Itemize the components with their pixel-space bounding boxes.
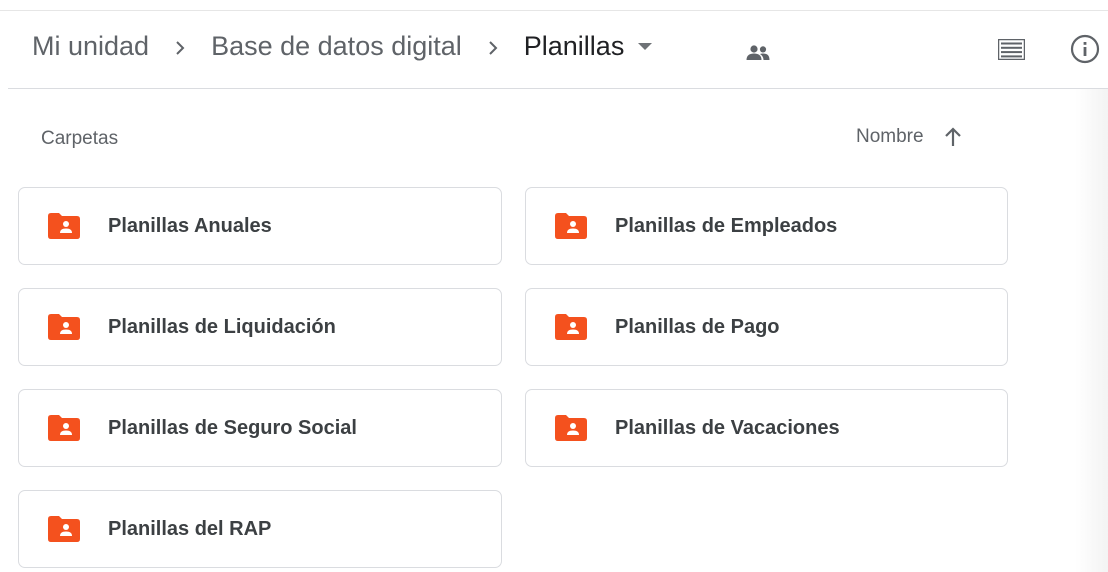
shared-folder-icon (555, 213, 587, 239)
folder-item[interactable]: Planillas de Pago (525, 288, 1008, 366)
folder-name: Planillas Anuales (108, 214, 272, 237)
folder-item[interactable]: Planillas Anuales (18, 187, 502, 265)
folder-item[interactable]: Planillas de Empleados (525, 187, 1008, 265)
list-view-icon[interactable] (997, 38, 1026, 65)
shared-folder-icon (48, 314, 80, 340)
chevron-right-icon (462, 31, 524, 62)
shared-folder-icon (48, 516, 80, 542)
folder-name: Planillas de Seguro Social (108, 416, 357, 439)
folder-name: Planillas de Vacaciones (615, 416, 840, 439)
folder-grid: Planillas Anuales Planillas de Empleados… (18, 187, 1008, 568)
breadcrumb: Mi unidad Base de datos digital Planilla… (32, 31, 653, 62)
sort-label: Nombre (856, 126, 924, 147)
folder-name: Planillas de Empleados (615, 214, 838, 237)
people-icon[interactable] (745, 44, 771, 67)
folder-item[interactable]: Planillas del RAP (18, 490, 502, 568)
breadcrumb-item-planillas[interactable]: Planillas (524, 31, 625, 62)
chevron-right-icon (149, 31, 211, 62)
folders-section-label: Carpetas (41, 128, 119, 149)
folder-name: Planillas del RAP (108, 517, 272, 540)
folder-name: Planillas de Liquidación (108, 315, 336, 338)
shared-folder-icon (555, 415, 587, 441)
sort-by-name-button[interactable]: Nombre (856, 126, 962, 148)
drive-header: Mi unidad Base de datos digital Planilla… (8, 11, 1108, 89)
arrow-up-icon[interactable] (944, 127, 962, 147)
folder-item[interactable]: Planillas de Seguro Social (18, 389, 502, 467)
scroll-edge-shadow (1075, 11, 1108, 572)
info-icon[interactable] (1070, 34, 1100, 69)
caret-down-icon[interactable] (638, 42, 653, 51)
breadcrumb-item-mi-unidad[interactable]: Mi unidad (32, 31, 149, 62)
folder-item[interactable]: Planillas de Liquidación (18, 288, 502, 366)
folder-item[interactable]: Planillas de Vacaciones (525, 389, 1008, 467)
folder-name: Planillas de Pago (615, 315, 780, 338)
shared-folder-icon (48, 213, 80, 239)
shared-folder-icon (48, 415, 80, 441)
shared-folder-icon (555, 314, 587, 340)
breadcrumb-item-base-de-datos[interactable]: Base de datos digital (211, 31, 462, 62)
